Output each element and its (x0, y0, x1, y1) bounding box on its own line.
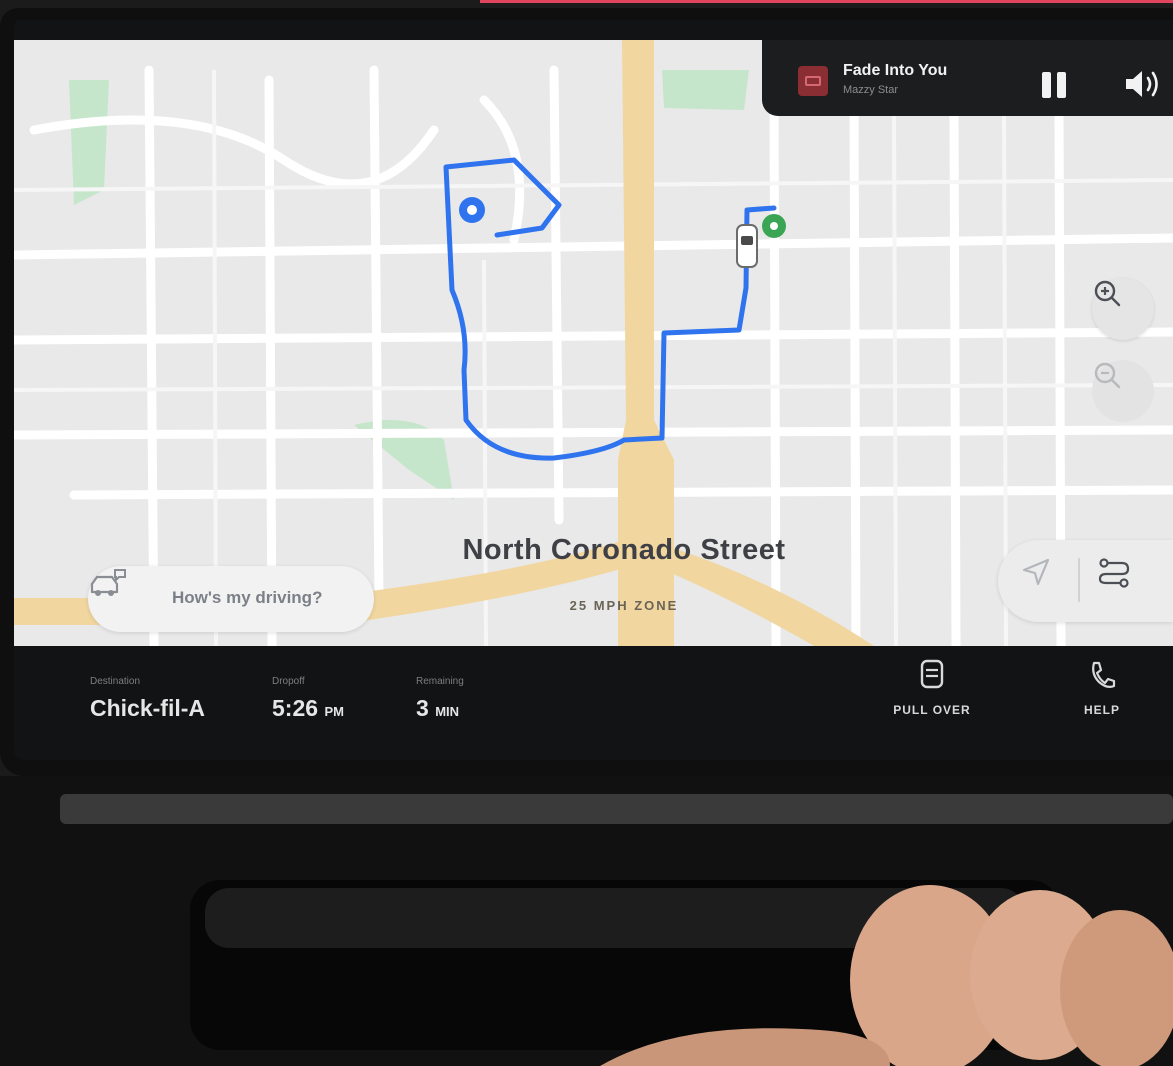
help-button[interactable]: HELP (1062, 658, 1142, 717)
car-feedback-icon (90, 569, 126, 596)
remaining-unit: MIN (435, 704, 460, 719)
dashboard-trim (60, 794, 1173, 824)
dropoff-period: PM (324, 704, 344, 719)
pause-icon (1057, 72, 1066, 98)
track-title: Fade Into You (843, 62, 948, 79)
trip-info-bar: Destination Chick-fil-A Dropoff 5:26 PM … (14, 646, 1173, 760)
volume-icon[interactable] (1122, 66, 1166, 102)
remaining-label: Remaining (416, 676, 464, 687)
zoom-in-icon (1094, 280, 1121, 307)
track-artist: Mazzy Star (843, 84, 899, 96)
pull-over-label: PULL OVER (893, 703, 971, 717)
driving-feedback-label: How's my driving? (172, 588, 323, 607)
pause-button[interactable] (1040, 72, 1070, 102)
robotaxi-screen: How's my driving? North Coronado Street … (14, 20, 1173, 760)
navigation-arrow-icon (1022, 558, 1050, 586)
remaining-number: 3 (416, 695, 429, 721)
pull-over-button[interactable]: PULL OVER (882, 658, 982, 717)
album-art-icon (798, 66, 828, 96)
dropoff-label: Dropoff (272, 676, 305, 687)
zoom-in-button[interactable] (1092, 278, 1154, 340)
map-nav-controls (998, 540, 1173, 622)
zoom-out-icon (1094, 362, 1121, 389)
destination-value: Chick-fil-A (90, 695, 205, 721)
nav-divider (1078, 558, 1080, 602)
current-street-name: North Coronado Street (462, 534, 786, 566)
speed-zone-label: 25 MPH ZONE (569, 598, 679, 613)
dropoff-time: 5:26 (272, 695, 319, 721)
pause-icon (1042, 72, 1051, 98)
destination-label: Destination (90, 676, 141, 687)
route-overview-button[interactable] (1096, 556, 1144, 604)
destination-pin-icon[interactable] (459, 197, 485, 223)
passenger-hand (600, 885, 1173, 1066)
zoom-out-button[interactable] (1092, 360, 1154, 422)
park-area (69, 80, 109, 205)
driving-feedback-button[interactable]: How's my driving? (88, 566, 374, 632)
destination-field: Destination Chick-fil-A (90, 676, 205, 722)
vehicle-icon (736, 224, 758, 268)
remaining-value: 3 MIN (416, 695, 464, 722)
recenter-button[interactable] (1020, 556, 1068, 604)
dropoff-field: Dropoff 5:26 PM (272, 676, 344, 722)
park-area (662, 70, 749, 110)
phone-icon (1092, 661, 1116, 688)
pull-over-icon (920, 659, 944, 689)
remaining-field: Remaining 3 MIN (416, 676, 464, 722)
help-label: HELP (1083, 703, 1120, 717)
dropoff-value: 5:26 PM (272, 695, 344, 722)
navigation-map[interactable]: How's my driving? North Coronado Street … (14, 40, 1173, 646)
origin-pin-icon (762, 214, 786, 238)
top-accent-strip (480, 0, 1173, 3)
route-overview-icon (1098, 558, 1130, 588)
media-player[interactable]: Fade Into You Mazzy Star (762, 40, 1173, 116)
